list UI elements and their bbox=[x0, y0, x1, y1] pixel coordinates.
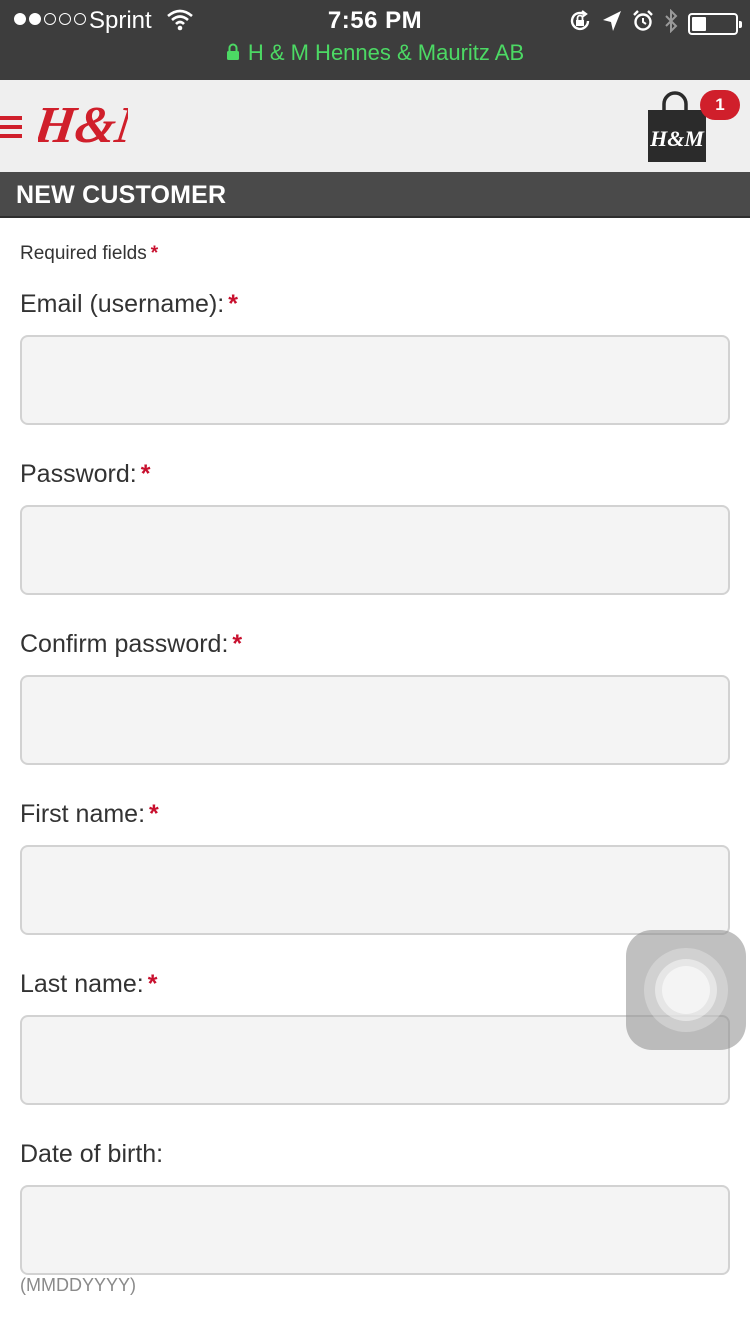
site-identity: H & M Hennes & Mauritz AB bbox=[0, 40, 750, 72]
confirm-password-label: Confirm password: * bbox=[20, 630, 243, 658]
site-name: H & M Hennes & Mauritz AB bbox=[247, 40, 525, 65]
required-marker: * bbox=[147, 970, 158, 998]
password-field[interactable] bbox=[20, 505, 730, 595]
rotation-lock-icon bbox=[568, 9, 592, 38]
status-bar: Sprint 7:56 PM H & M Hennes & Mauritz AB bbox=[0, 0, 750, 80]
alarm-icon bbox=[632, 10, 654, 37]
location-icon bbox=[602, 10, 622, 37]
status-icons bbox=[568, 8, 742, 38]
last-name-field[interactable] bbox=[20, 1015, 730, 1105]
section-header: NEW CUSTOMER bbox=[0, 172, 750, 218]
assistive-touch-button[interactable] bbox=[626, 930, 746, 1050]
required-marker: * bbox=[228, 290, 238, 318]
email-field[interactable] bbox=[20, 335, 730, 425]
svg-text:H&M: H&M bbox=[38, 96, 128, 154]
first-name-field[interactable] bbox=[20, 845, 730, 935]
section-title: NEW CUSTOMER bbox=[16, 181, 227, 209]
required-marker: * bbox=[150, 243, 159, 264]
required-fields-note: Required fields * bbox=[20, 243, 159, 264]
required-marker: * bbox=[232, 630, 243, 658]
required-marker: * bbox=[140, 460, 151, 488]
battery-icon bbox=[688, 12, 742, 35]
email-label: Email (username): * bbox=[20, 290, 238, 318]
date-of-birth-field[interactable] bbox=[20, 1185, 730, 1275]
menu-icon[interactable] bbox=[0, 116, 22, 138]
lock-icon bbox=[226, 41, 240, 67]
first-name-label: First name: * bbox=[20, 800, 159, 828]
hm-logo[interactable]: H&M bbox=[30, 90, 168, 159]
bluetooth-icon bbox=[664, 8, 678, 38]
date-format-hint: (MMDDYYYY) bbox=[20, 1275, 136, 1295]
status-row: Sprint 7:56 PM bbox=[0, 0, 750, 42]
password-label: Password: * bbox=[20, 460, 151, 488]
last-name-label: Last name: * bbox=[20, 970, 158, 998]
site-header: H&M H&M bbox=[0, 80, 750, 172]
date-of-birth-label: Date of birth: bbox=[20, 1140, 164, 1168]
cart-count-badge: 1 bbox=[700, 90, 740, 120]
confirm-password-field[interactable] bbox=[20, 675, 730, 765]
svg-text:H&M: H&M bbox=[649, 126, 705, 151]
required-marker: * bbox=[149, 800, 159, 828]
